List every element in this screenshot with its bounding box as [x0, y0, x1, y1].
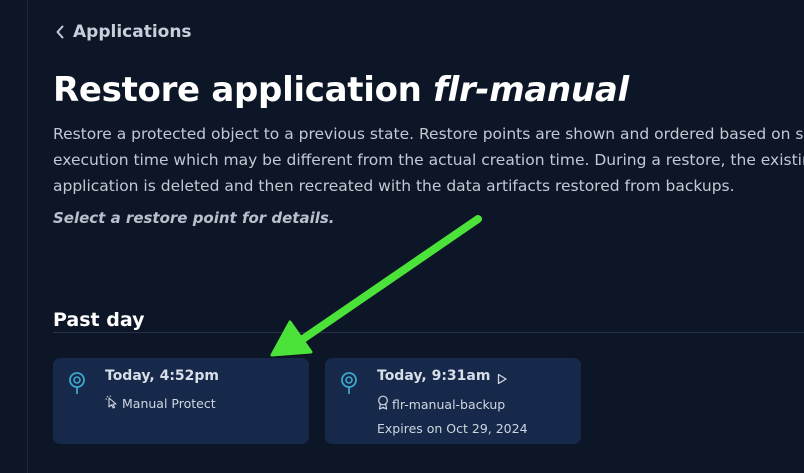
breadcrumb-label: Applications — [73, 22, 192, 42]
restore-point-policy-label: flr-manual-backup — [392, 396, 506, 412]
location-pin-icon — [340, 371, 358, 399]
play-icon[interactable] — [496, 370, 508, 389]
location-pin-icon — [68, 371, 86, 399]
page-title: Restore application flr-manual — [53, 70, 629, 110]
breadcrumb-back-link[interactable]: Applications — [55, 22, 192, 42]
restore-point-time: Today, 4:52pm — [105, 368, 220, 384]
restore-point-card[interactable]: Today, 9:31am flr-manual-backup Expires … — [325, 358, 581, 444]
section-title-past-day: Past day — [53, 309, 145, 331]
restore-point-policy: flr-manual-backup — [377, 395, 505, 413]
restore-point-expiry: Expires on Oct 29, 2024 — [377, 421, 528, 436]
description-line: Restore a protected object to a previous… — [53, 125, 804, 143]
page-title-app-name: flr-manual — [433, 70, 629, 110]
select-restore-point-hint: Select a restore point for details. — [53, 209, 335, 227]
policy-badge-icon — [377, 395, 389, 413]
left-divider — [27, 0, 28, 473]
restore-point-card[interactable]: Today, 4:52pm Manual Protect — [53, 358, 309, 444]
description-line: application is deleted and then recreate… — [53, 177, 735, 195]
description-line: execution time which may be different fr… — [53, 151, 804, 169]
page-description: Restore a protected object to a previous… — [53, 121, 804, 199]
restore-point-time: Today, 9:31am — [377, 368, 491, 384]
section-divider — [53, 332, 804, 333]
manual-protect-icon — [105, 395, 119, 412]
chevron-left-icon — [55, 25, 65, 39]
page-title-prefix: Restore application — [53, 70, 422, 110]
restore-application-page: Applications Restore application flr-man… — [0, 0, 804, 473]
restore-point-source: Manual Protect — [105, 395, 216, 412]
restore-point-source-label: Manual Protect — [122, 396, 216, 411]
